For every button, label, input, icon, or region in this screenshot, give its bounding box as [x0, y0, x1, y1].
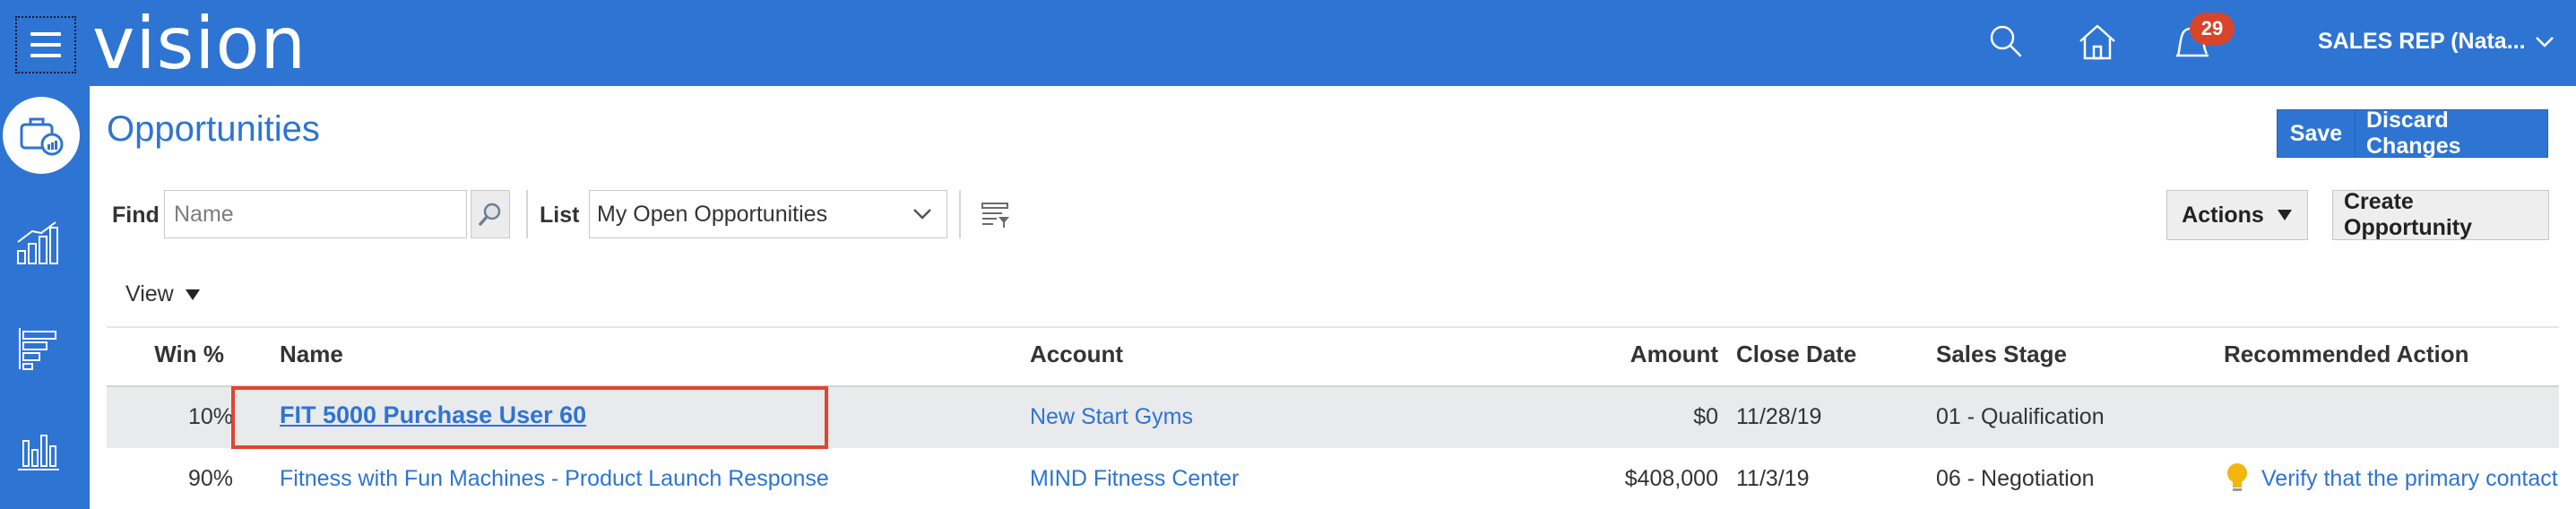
column-header-amount[interactable]: Amount: [1578, 341, 1718, 368]
save-button[interactable]: Save: [2277, 109, 2356, 158]
chevron-down-icon: [913, 209, 931, 220]
notification-count-badge[interactable]: 29: [2190, 13, 2235, 45]
actions-label: Actions: [2182, 202, 2264, 228]
filter-list-icon[interactable]: [981, 201, 1013, 229]
pipeline-icon[interactable]: [14, 324, 63, 373]
account-link[interactable]: MIND Fitness Center: [1030, 466, 1239, 492]
win-percent: 90%: [187, 466, 233, 491]
column-header-recommended-action[interactable]: Recommended Action: [2224, 341, 2469, 368]
list-label: List: [540, 203, 580, 228]
navigation-rail: [0, 86, 90, 509]
actions-menu-button[interactable]: Actions: [2166, 190, 2308, 240]
column-header-win[interactable]: Win %: [133, 341, 224, 368]
column-header-sales-stage[interactable]: Sales Stage: [1936, 341, 2067, 368]
toolbar-divider: [959, 190, 961, 238]
find-search-button[interactable]: [471, 190, 510, 238]
sales-stage-value: 01 - Qualification: [1936, 404, 2105, 429]
amount-value: $408,000: [1624, 466, 1718, 491]
column-header-name[interactable]: Name: [280, 341, 343, 368]
close-date-value: 11/3/19: [1736, 466, 1810, 491]
win-percent: 10%: [187, 404, 233, 429]
global-header: vision 29 SALES REP (Nata...: [0, 0, 2576, 86]
magnifier-icon: [479, 203, 501, 226]
table-header: [107, 326, 2559, 387]
view-menu[interactable]: View: [125, 281, 201, 307]
sales-stage-value: 06 - Negotiation: [1936, 466, 2095, 491]
home-icon[interactable]: [2073, 18, 2122, 66]
menu-icon[interactable]: [15, 16, 76, 73]
toolbar-divider: [526, 190, 528, 238]
rail-item-opportunities[interactable]: [3, 97, 80, 174]
opportunity-name-link[interactable]: Fitness with Fun Machines - Product Laun…: [280, 466, 829, 492]
account-link[interactable]: New Start Gyms: [1030, 404, 1193, 430]
opportunities-icon: [20, 117, 64, 156]
column-header-account[interactable]: Account: [1030, 341, 1123, 368]
chevron-down-icon: [2535, 36, 2554, 47]
create-opportunity-button[interactable]: Create Opportunity: [2332, 189, 2549, 240]
caret-down-icon: [185, 289, 200, 300]
find-input[interactable]: Name: [164, 190, 467, 238]
user-menu-label: SALES REP (Nata...: [2318, 29, 2526, 54]
recommended-action-link[interactable]: Verify that the primary contact: [2261, 466, 2558, 492]
view-label: View: [125, 281, 174, 306]
list-select[interactable]: My Open Opportunities: [589, 190, 947, 238]
page-title: Opportunities: [107, 109, 320, 149]
amount-value: $0: [1693, 404, 1718, 429]
app-logo[interactable]: vision: [92, 4, 307, 84]
find-label: Find: [112, 203, 160, 228]
highlight-annotation: [231, 386, 828, 449]
close-date-value: 11/28/19: [1736, 404, 1822, 429]
search-icon[interactable]: [1983, 18, 2031, 66]
lightbulb-icon: [2227, 463, 2247, 491]
list-select-value: My Open Opportunities: [597, 201, 828, 227]
column-header-close-date[interactable]: Close Date: [1736, 341, 1856, 368]
analytics-icon[interactable]: [14, 219, 63, 267]
caret-down-icon: [2277, 210, 2292, 220]
discard-changes-button[interactable]: Discard Changes: [2355, 108, 2548, 159]
reports-icon[interactable]: [14, 425, 63, 473]
user-menu[interactable]: SALES REP (Nata...: [2318, 29, 2554, 55]
